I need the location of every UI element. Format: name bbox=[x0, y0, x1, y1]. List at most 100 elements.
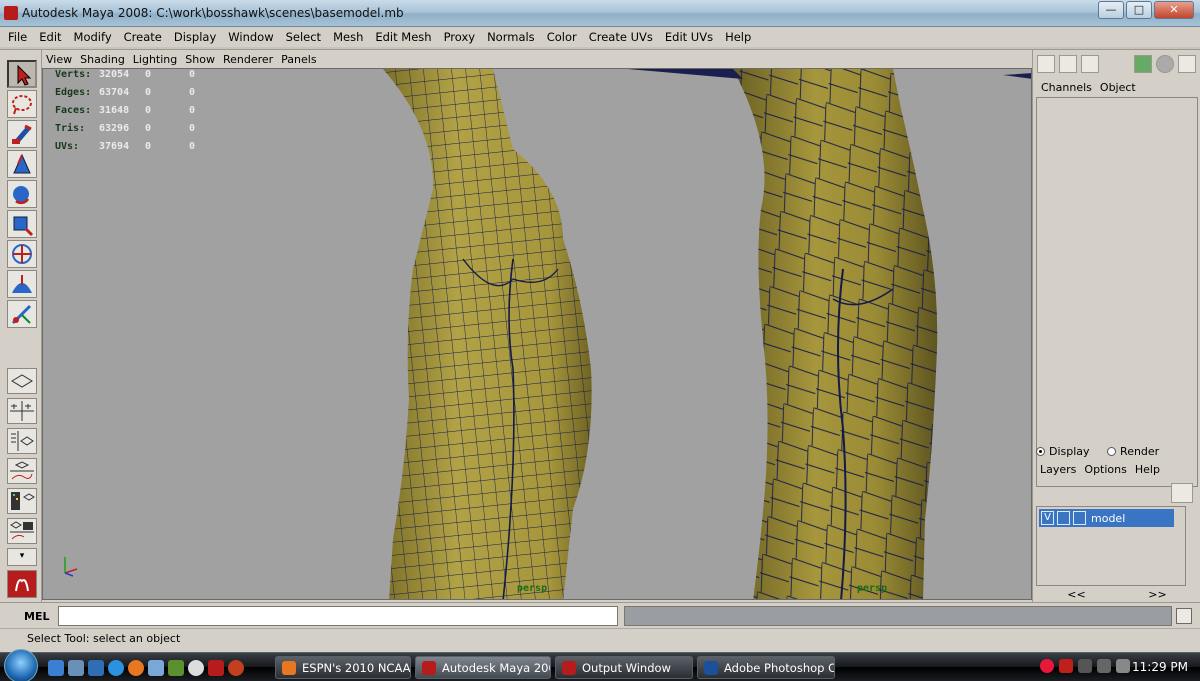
layer-visibility-toggle[interactable]: V bbox=[1041, 511, 1054, 525]
universal-manipulator-icon[interactable] bbox=[7, 240, 37, 268]
paint-select-tool-icon[interactable] bbox=[7, 120, 37, 148]
panel-menu-panels[interactable]: Panels bbox=[281, 53, 316, 66]
windows-taskbar: ESPN's 2010 NCAA ... Autodesk Maya 200..… bbox=[0, 649, 1200, 681]
single-perspective-layout-icon[interactable] bbox=[7, 368, 37, 394]
persp-graph-layout-icon[interactable] bbox=[7, 458, 37, 484]
show-manipulator-icon[interactable] bbox=[7, 300, 37, 328]
winamp-icon[interactable] bbox=[168, 660, 184, 676]
attribute-editor-toggle-icon[interactable] bbox=[1059, 55, 1077, 73]
rotate-tool-icon[interactable] bbox=[7, 180, 37, 208]
task-maya[interactable]: Autodesk Maya 200... bbox=[415, 656, 551, 679]
output-window-task-icon bbox=[562, 660, 576, 675]
media-player-icon[interactable] bbox=[188, 660, 204, 676]
system-tray bbox=[1040, 659, 1130, 673]
hud-row-tris: Tris: 63296 0 0 bbox=[55, 123, 196, 134]
help-line: Select Tool: select an object bbox=[0, 628, 1200, 648]
camera-label-right: persp bbox=[857, 583, 888, 594]
tray-network-icon[interactable] bbox=[1078, 659, 1092, 673]
new-layer-icon[interactable] bbox=[1171, 483, 1193, 503]
tray-display-icon[interactable] bbox=[1097, 659, 1111, 673]
panel-menu-lighting[interactable]: Lighting bbox=[133, 53, 177, 66]
quick-tool-arrow-icon[interactable] bbox=[1178, 55, 1196, 73]
quicklaunch-app-2-icon[interactable] bbox=[148, 660, 164, 676]
mel-input[interactable] bbox=[58, 606, 618, 626]
menu-window[interactable]: Window bbox=[228, 30, 273, 44]
switch-windows-icon[interactable] bbox=[68, 660, 84, 676]
render-view-icon[interactable] bbox=[1134, 55, 1152, 73]
toolbox: ▾ bbox=[0, 50, 42, 602]
menu-edit-mesh[interactable]: Edit Mesh bbox=[375, 30, 431, 44]
menu-modify[interactable]: Modify bbox=[74, 30, 112, 44]
menu-create[interactable]: Create bbox=[124, 30, 162, 44]
show-desktop-icon[interactable] bbox=[48, 660, 64, 676]
layer-color-swatch[interactable] bbox=[1073, 511, 1086, 525]
panel-menu-shading[interactable]: Shading bbox=[80, 53, 125, 66]
soft-modification-icon[interactable] bbox=[7, 270, 37, 298]
layers-help-menu[interactable]: Help bbox=[1135, 463, 1160, 476]
menu-edit-uvs[interactable]: Edit UVs bbox=[665, 30, 713, 44]
hypershade-icon[interactable] bbox=[1156, 55, 1174, 73]
ccleaner-icon[interactable] bbox=[228, 660, 244, 676]
channel-box-toggle-icon[interactable] bbox=[1037, 55, 1055, 73]
channel-box[interactable] bbox=[1036, 97, 1198, 487]
script-editor-icon[interactable] bbox=[1176, 608, 1192, 624]
layer-list: V model bbox=[1036, 506, 1186, 586]
tray-volume-icon[interactable] bbox=[1116, 659, 1130, 673]
menu-select[interactable]: Select bbox=[286, 30, 321, 44]
render-layer-radio[interactable]: Render bbox=[1107, 445, 1159, 458]
maya-app-icon bbox=[4, 6, 18, 20]
lasso-tool-icon[interactable] bbox=[7, 90, 37, 118]
layout-dropdown-icon[interactable]: ▾ bbox=[7, 548, 37, 566]
panel-menubar: View Shading Lighting Show Renderer Pane… bbox=[42, 50, 1032, 68]
task-espn[interactable]: ESPN's 2010 NCAA ... bbox=[275, 656, 411, 679]
options-menu[interactable]: Options bbox=[1084, 463, 1126, 476]
menu-color[interactable]: Color bbox=[547, 30, 577, 44]
menu-display[interactable]: Display bbox=[174, 30, 216, 44]
layers-menu[interactable]: Layers bbox=[1040, 463, 1076, 476]
persp-outliner-layout-icon[interactable] bbox=[7, 428, 37, 454]
persp-hypershade-layout-icon[interactable] bbox=[7, 518, 37, 544]
menu-create-uvs[interactable]: Create UVs bbox=[589, 30, 653, 44]
layer-name[interactable]: model bbox=[1091, 512, 1125, 525]
start-button[interactable] bbox=[4, 649, 38, 681]
layer-scroll-left[interactable]: << bbox=[1067, 588, 1085, 602]
tray-app-icon[interactable] bbox=[1040, 659, 1054, 673]
maximize-button[interactable]: □ bbox=[1126, 1, 1152, 19]
close-button[interactable]: ✕ bbox=[1154, 1, 1194, 19]
tray-antivirus-icon[interactable] bbox=[1059, 659, 1073, 673]
internet-explorer-icon[interactable] bbox=[108, 660, 124, 676]
perspective-viewport[interactable]: Verts: 32054 0 0 Edges: 63704 0 0 Faces:… bbox=[42, 68, 1032, 600]
firefox-task-icon bbox=[282, 660, 296, 675]
menu-help[interactable]: Help bbox=[725, 30, 751, 44]
four-view-layout-icon[interactable] bbox=[7, 398, 37, 424]
maya-quicklaunch-icon[interactable] bbox=[208, 660, 224, 676]
command-line: MEL bbox=[0, 602, 1200, 628]
task-output-window[interactable]: Output Window bbox=[555, 656, 693, 679]
menu-file[interactable]: File bbox=[8, 30, 27, 44]
firefox-icon[interactable] bbox=[128, 660, 144, 676]
channel-layer-toggle-icon[interactable] bbox=[1081, 55, 1099, 73]
panel-menu-renderer[interactable]: Renderer bbox=[223, 53, 273, 66]
tab-object[interactable]: Object bbox=[1100, 81, 1136, 94]
minimize-button[interactable]: — bbox=[1098, 1, 1124, 19]
scale-tool-icon[interactable] bbox=[7, 210, 37, 238]
layer-scroll-right[interactable]: >> bbox=[1148, 588, 1166, 602]
select-tool-icon[interactable] bbox=[7, 60, 37, 88]
menu-proxy[interactable]: Proxy bbox=[444, 30, 476, 44]
tab-channels[interactable]: Channels bbox=[1041, 81, 1092, 94]
mel-label[interactable]: MEL bbox=[24, 610, 49, 623]
taskbar-clock[interactable]: 11:29 PM bbox=[1132, 660, 1188, 674]
menu-normals[interactable]: Normals bbox=[487, 30, 535, 44]
move-tool-icon[interactable] bbox=[7, 150, 37, 178]
hypershade-layout-icon[interactable] bbox=[7, 488, 37, 514]
menu-mesh[interactable]: Mesh bbox=[333, 30, 363, 44]
menu-edit[interactable]: Edit bbox=[39, 30, 61, 44]
panel-menu-view[interactable]: View bbox=[46, 53, 72, 66]
display-layer-radio[interactable]: Display bbox=[1036, 445, 1090, 458]
hud-row-uvs: UVs: 37694 0 0 bbox=[55, 141, 196, 152]
layer-row-model[interactable]: V model bbox=[1039, 509, 1174, 527]
layer-type-toggle[interactable] bbox=[1057, 511, 1070, 525]
panel-menu-show[interactable]: Show bbox=[185, 53, 215, 66]
task-photoshop[interactable]: Adobe Photoshop C... bbox=[697, 656, 835, 679]
quicklaunch-app-icon[interactable] bbox=[88, 660, 104, 676]
